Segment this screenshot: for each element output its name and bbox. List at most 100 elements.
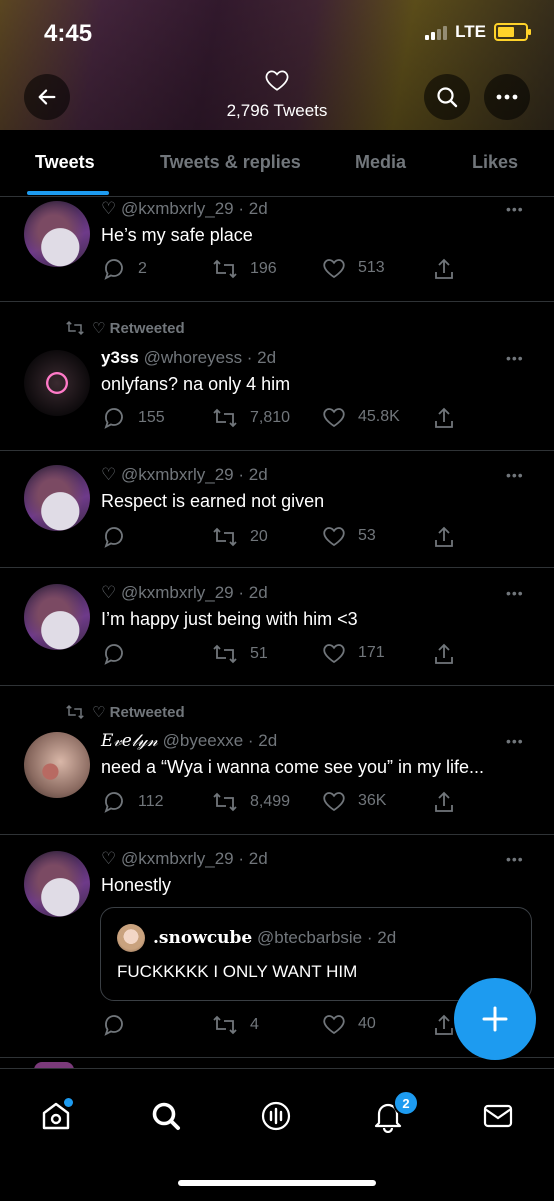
tab-tweets[interactable]: Tweets	[35, 152, 95, 173]
reply-button[interactable]	[102, 1013, 126, 1037]
tab-media[interactable]: Media	[355, 152, 406, 173]
share-icon	[435, 407, 453, 428]
retweet-icon	[213, 527, 237, 547]
more-options-button[interactable]	[484, 74, 530, 120]
like-button[interactable]: 45.8K	[322, 406, 400, 428]
tweet-handle[interactable]: ♡ @kxmbxrly_29 · 2d	[101, 583, 268, 603]
like-button[interactable]: 171	[322, 642, 385, 664]
like-button[interactable]: 53	[322, 525, 376, 547]
reply-icon	[104, 1015, 123, 1036]
retweet-icon	[213, 259, 237, 279]
tweet-more-icon[interactable]: •••	[506, 585, 524, 601]
tab-tweets-replies[interactable]: Tweets & replies	[160, 152, 301, 173]
retweet-button[interactable]: 51	[212, 642, 268, 666]
reply-count: 112	[138, 793, 164, 810]
search-icon	[437, 87, 458, 108]
like-count: 513	[358, 259, 385, 276]
retweet-icon	[213, 1015, 237, 1035]
reply-button[interactable]	[102, 642, 126, 666]
tweet-more-icon[interactable]: •••	[506, 851, 524, 867]
share-button[interactable]	[432, 525, 456, 549]
share-button[interactable]	[432, 257, 456, 281]
share-icon	[435, 643, 453, 664]
mail-icon	[483, 1104, 513, 1128]
reply-icon	[104, 644, 123, 665]
reply-button[interactable]: 112	[102, 790, 164, 814]
heart-icon	[323, 527, 345, 547]
header-title: 2,796 Tweets	[0, 68, 554, 121]
profile-tabs: Tweets Tweets & replies Media Likes	[0, 130, 554, 197]
retweet-icon	[213, 792, 237, 812]
signal-icon	[425, 24, 448, 40]
avatar[interactable]	[24, 732, 90, 798]
quoted-tweet[interactable]: .snowcube @btecbarbsie · 2d FUCKKKKK I O…	[100, 907, 532, 1001]
avatar[interactable]	[24, 584, 90, 650]
tweet[interactable]: ♡ @kxmbxrly_29 · 2d ••• Respect is earne…	[0, 451, 554, 568]
reply-button[interactable]: 155	[102, 406, 165, 430]
retweeted-label: ♡ Retweeted	[64, 319, 185, 337]
tweet-handle[interactable]: ♡ @kxmbxrly_29 · 2d	[101, 199, 268, 219]
reply-button[interactable]	[102, 525, 126, 549]
heart-icon	[323, 792, 345, 812]
tweet-author[interactable]: y3ss @whoreyess · 2d	[101, 348, 276, 368]
messages-nav-button[interactable]	[478, 1096, 518, 1136]
retweet-button[interactable]: 8,499	[212, 790, 290, 814]
avatar[interactable]	[24, 465, 90, 531]
tab-likes[interactable]: Likes	[472, 152, 518, 173]
retweet-count: 51	[250, 645, 268, 662]
tweet-more-icon[interactable]: •••	[506, 467, 524, 483]
tweet-handle[interactable]: ♡ @kxmbxrly_29 · 2d	[101, 465, 268, 485]
tweet-text: He’s my safe place	[101, 225, 253, 245]
status-bar-icons: LTE	[425, 22, 531, 42]
like-count: 36K	[358, 792, 387, 809]
tweet-more-icon[interactable]: •••	[506, 733, 524, 749]
like-button[interactable]: 513	[322, 257, 385, 279]
like-button[interactable]: 40	[322, 1013, 376, 1035]
home-indicator	[178, 1180, 376, 1186]
reply-icon	[104, 527, 123, 548]
retweet-button[interactable]: 7,810	[212, 406, 290, 430]
tweet[interactable]: ♡ @kxmbxrly_29 · 2d ••• I’m happy just b…	[0, 568, 554, 686]
tweet[interactable]: ♡ Retweeted 𝐸𝓋𝑒𝓁𝓎𝓃 @byeexxe · 2d ••• nee…	[0, 686, 554, 835]
reply-count: 155	[138, 409, 165, 426]
retweet-icon	[66, 704, 84, 720]
reply-button[interactable]: 2	[102, 257, 147, 281]
retweet-button[interactable]: 4	[212, 1013, 259, 1037]
quote-text: FUCKKKKK I ONLY WANT HIM	[117, 962, 358, 981]
retweeted-text: ♡ Retweeted	[92, 320, 185, 337]
avatar[interactable]	[24, 851, 90, 917]
tweet-handle: @whoreyess · 2d	[143, 348, 277, 367]
spaces-nav-button[interactable]	[256, 1096, 296, 1136]
share-button[interactable]	[432, 790, 456, 814]
share-icon	[435, 258, 453, 279]
tweet-handle[interactable]: ♡ @kxmbxrly_29 · 2d	[101, 849, 268, 869]
like-button[interactable]: 36K	[322, 790, 386, 812]
tweet-text: Honestly	[101, 875, 172, 895]
quote-display-name: .snowcube	[153, 928, 253, 948]
search-button[interactable]	[424, 74, 470, 120]
retweet-button[interactable]: 20	[212, 525, 268, 549]
retweet-button[interactable]: 196	[212, 257, 277, 281]
tweet-more-icon[interactable]: •••	[506, 350, 524, 366]
tweet-more-icon[interactable]: •••	[506, 201, 524, 217]
share-button[interactable]	[432, 1013, 456, 1037]
new-content-dot	[64, 1098, 73, 1107]
compose-tweet-button[interactable]	[454, 978, 536, 1060]
tweet-handle: @byeexxe · 2d	[162, 731, 278, 750]
home-nav-button[interactable]	[36, 1096, 76, 1136]
share-button[interactable]	[432, 406, 456, 430]
plus-icon	[482, 1006, 508, 1032]
spaces-icon	[261, 1101, 291, 1131]
search-icon	[152, 1102, 180, 1130]
search-nav-button[interactable]	[146, 1096, 186, 1136]
retweet-count: 4	[250, 1016, 259, 1033]
tweet-text: need a “Wya i wanna come see you” in my …	[101, 757, 485, 777]
tweet[interactable]: ♡ @kxmbxrly_29 · 2d ••• He’s my safe pla…	[0, 197, 554, 302]
quote-avatar	[117, 924, 145, 952]
tweet[interactable]: ♡ Retweeted y3ss @whoreyess · 2d ••• onl…	[0, 302, 554, 451]
heart-icon	[323, 1015, 345, 1035]
share-button[interactable]	[432, 642, 456, 666]
tweet-text: onlyfans? na only 4 him	[101, 374, 291, 394]
tweet-author[interactable]: 𝐸𝓋𝑒𝓁𝓎𝓃 @byeexxe · 2d	[101, 731, 277, 751]
retweet-icon	[66, 320, 84, 336]
